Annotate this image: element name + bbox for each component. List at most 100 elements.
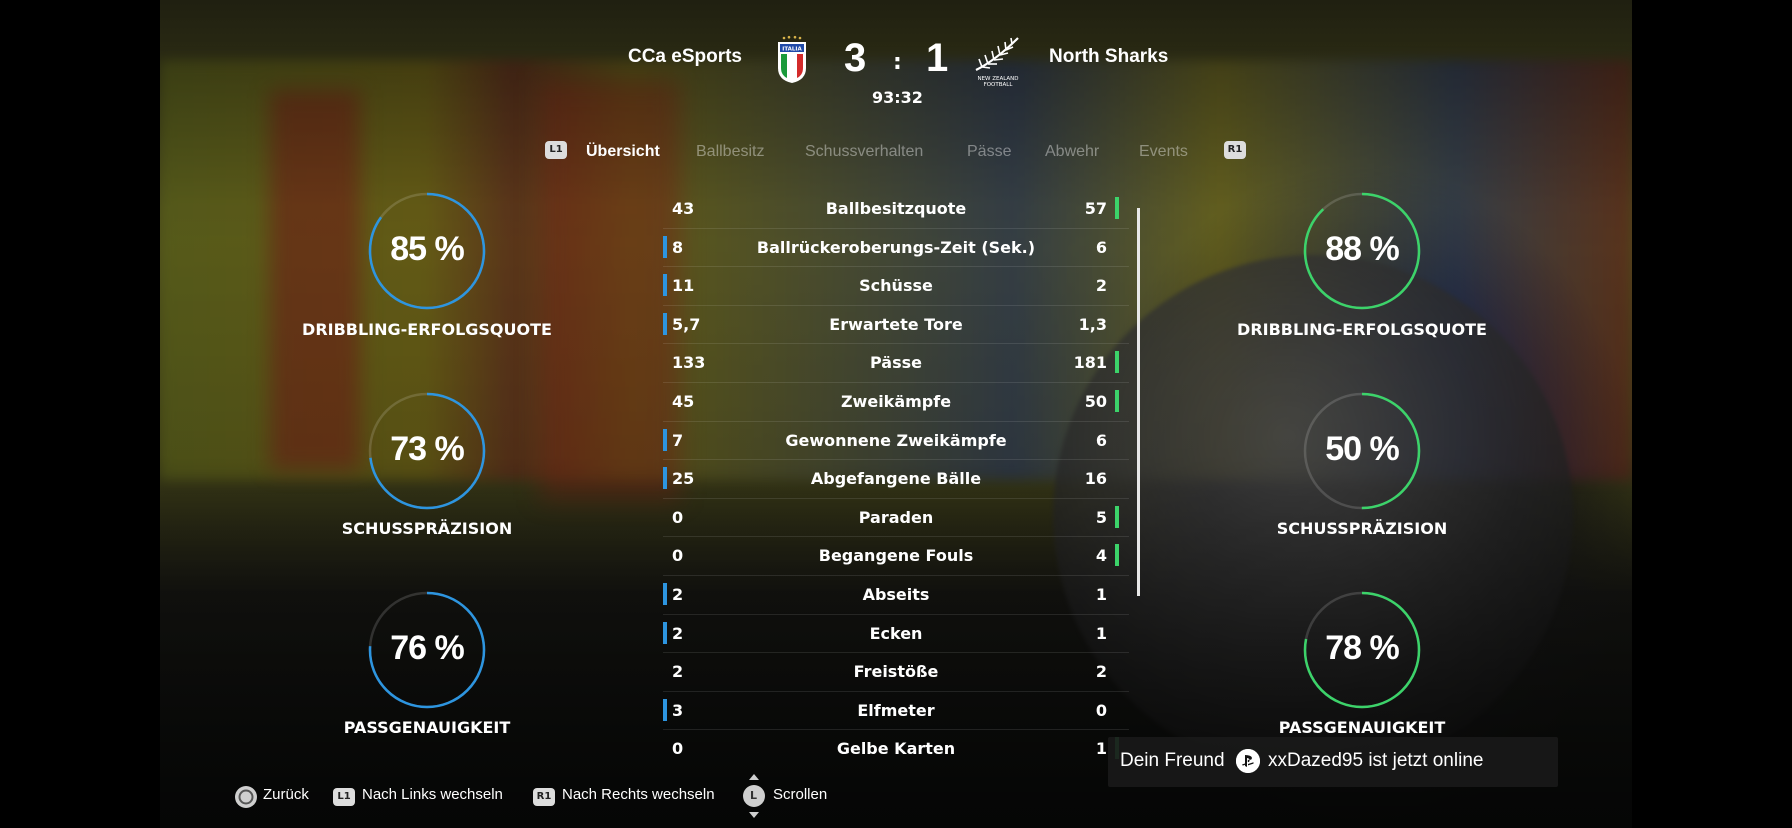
score-separator: :: [893, 50, 902, 75]
home-leader-bar: [663, 428, 667, 451]
stat-name: Zweikämpfe: [840, 391, 952, 411]
tab-abwehr[interactable]: Abwehr: [1045, 143, 1099, 161]
italy-crest-icon: ITALIA: [776, 34, 808, 88]
away-stat-value: 57: [1084, 199, 1107, 218]
away-shot-accuracy-label: SCHUSSPRÄZISION: [1276, 519, 1448, 538]
home-leader-bar: [663, 582, 667, 605]
stat-row-ballrueckeroberung: 8 Ballrückeroberungs-Zeit (Sek.) 6: [663, 229, 1129, 268]
home-dribbling-value: 85 %: [390, 230, 465, 268]
back-hint[interactable]: Zurück: [263, 786, 309, 803]
tab-ballbesitz[interactable]: Ballbesitz: [696, 143, 764, 161]
home-stat-value: 45: [672, 391, 695, 411]
stat-name: Ballbesitzquote: [825, 199, 967, 218]
stat-name: Paraden: [858, 507, 934, 527]
away-stat-value: 5: [1095, 507, 1107, 527]
away-leader-bar: [1115, 505, 1119, 528]
home-dribbling-label: DRIBBLING-ERFOLGSQUOTE: [302, 320, 552, 339]
away-dribbling-value: 88 %: [1325, 230, 1400, 268]
away-stat-value: 181: [1073, 353, 1107, 373]
stat-name: Freistöße: [853, 662, 939, 682]
away-shot-accuracy-value: 50 %: [1325, 430, 1400, 468]
svg-text:FOOTBALL: FOOTBALL: [984, 82, 1014, 88]
home-stat-value: 0: [672, 739, 684, 759]
home-stat-value: 2: [672, 662, 684, 682]
circle-button-icon[interactable]: [234, 785, 258, 813]
home-shot-accuracy-label: SCHUSSPRÄZISION: [341, 519, 513, 538]
friend-online-toast[interactable]: Dein Freund xxDazed95 ist jetzt online: [1108, 737, 1558, 787]
r1-button-icon[interactable]: R1: [533, 788, 555, 806]
away-leader-bar: [1115, 389, 1119, 412]
home-stat-value: 0: [672, 546, 684, 566]
home-stat-value: 8: [672, 237, 684, 257]
away-team-name: North Sharks: [1049, 46, 1169, 67]
away-stat-value: 1: [1095, 739, 1107, 759]
stat-name: Ecken: [869, 623, 923, 643]
tab-uebersicht[interactable]: Übersicht: [586, 143, 660, 161]
away-stat-value: 1: [1095, 623, 1107, 643]
home-stat-value: 3: [672, 700, 684, 720]
stat-name: Gewonnene Zweikämpfe: [785, 430, 1007, 450]
switch-right-hint[interactable]: Nach Rechts wechseln: [562, 786, 715, 803]
tab-events[interactable]: Events: [1139, 143, 1188, 161]
stat-name: Ballrückeroberungs-Zeit (Sek.): [756, 237, 1036, 257]
away-stat-value: 0: [1095, 700, 1107, 720]
stat-row-erwartete-tore: 5,7 Erwartete Tore 1,3: [663, 306, 1129, 345]
away-dribbling-label: DRIBBLING-ERFOLGSQUOTE: [1237, 320, 1487, 339]
away-stat-value: 2: [1095, 662, 1107, 682]
stat-row-abgefangene-baelle: 25 Abgefangene Bälle 16: [663, 460, 1129, 499]
home-leader-bar: [663, 274, 667, 297]
r1-button-icon[interactable]: R1: [1224, 141, 1246, 159]
home-leader-bar: [663, 698, 667, 721]
stat-row-abseits: 2 Abseits 1: [663, 576, 1129, 615]
toast-prefix: Dein Freund: [1120, 750, 1225, 771]
away-pass-accuracy-label: PASSGENAUIGKEIT: [1278, 718, 1446, 737]
left-stick-label: L: [750, 789, 758, 802]
stat-row-schuesse: 11 Schüsse 2: [663, 267, 1129, 306]
stat-row-paesse: 133 Pässe 181: [663, 344, 1129, 383]
stat-row-paraden: 0 Paraden 5: [663, 499, 1129, 538]
home-leader-bar: [663, 467, 667, 490]
home-shot-accuracy-value: 73 %: [390, 430, 465, 468]
away-stat-value: 4: [1095, 546, 1107, 566]
stat-row-ecken: 2 Ecken 1: [663, 615, 1129, 654]
svg-text:ITALIA: ITALIA: [782, 47, 802, 53]
match-stats-table[interactable]: 43 Ballbesitzquote 57 8 Ballrückeroberungs-…: [663, 190, 1129, 768]
stat-row-elfmeter: 3 Elfmeter 0: [663, 692, 1129, 731]
away-stat-value: 6: [1095, 430, 1107, 450]
away-stat-value: 1: [1095, 584, 1107, 604]
home-stat-value: 2: [672, 623, 684, 643]
toast-message: xxDazed95 ist jetzt online: [1268, 750, 1484, 771]
home-stat-value: 43: [672, 199, 695, 218]
playstation-icon: [1236, 749, 1260, 773]
stat-name: Erwartete Tore: [829, 314, 963, 334]
away-stat-value: 2: [1095, 276, 1107, 296]
away-pass-accuracy-value: 78 %: [1325, 629, 1400, 667]
stats-scrollbar-thumb[interactable]: [1137, 208, 1140, 596]
tab-paesse[interactable]: Pässe: [967, 143, 1011, 161]
away-stat-value: 1,3: [1078, 314, 1107, 334]
l1-button-icon[interactable]: L1: [545, 141, 567, 159]
new-zealand-fern-icon: NEW ZEALAND FOOTBALL: [970, 34, 1026, 92]
stat-name: Schüsse: [859, 276, 933, 296]
home-pass-accuracy-value: 76 %: [390, 629, 465, 667]
away-stat-value: 6: [1095, 237, 1107, 257]
tab-schussverhalten[interactable]: Schussverhalten: [805, 143, 923, 161]
home-pass-accuracy-label: PASSGENAUIGKEIT: [343, 718, 511, 737]
home-score: 3: [844, 36, 867, 80]
l1-button-icon[interactable]: L1: [333, 788, 355, 806]
home-leader-bar: [663, 621, 667, 644]
stat-name: Abgefangene Bälle: [810, 469, 982, 489]
home-leader-bar: [663, 235, 667, 258]
match-clock: 93:32: [872, 88, 923, 107]
stat-name: Abseits: [862, 584, 930, 604]
stat-row-begangene-fouls: 0 Begangene Fouls 4: [663, 537, 1129, 576]
stat-name: Begangene Fouls: [818, 546, 974, 566]
away-stat-value: 16: [1084, 469, 1107, 489]
away-leader-bar: [1115, 197, 1119, 219]
switch-left-hint[interactable]: Nach Links wechseln: [362, 786, 503, 803]
stat-row-ballbesitzquote: 43 Ballbesitzquote 57: [663, 190, 1129, 229]
scroll-hint[interactable]: Scrollen: [773, 786, 827, 803]
home-stat-value: 7: [672, 430, 684, 450]
home-stat-value: 2: [672, 584, 684, 604]
away-stat-value: 50: [1084, 391, 1107, 411]
